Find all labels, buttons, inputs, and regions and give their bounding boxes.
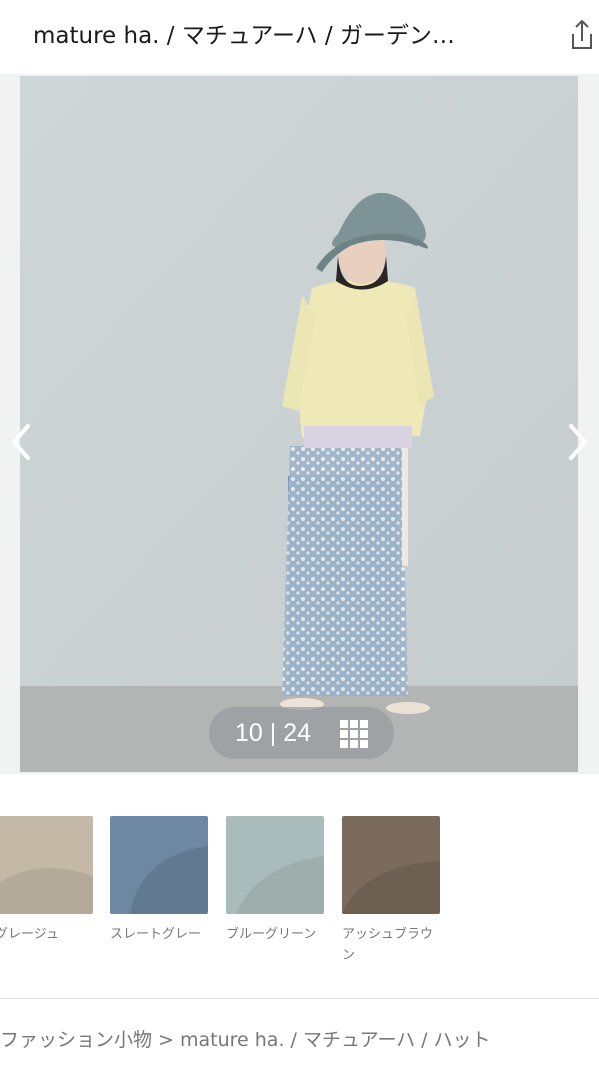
color-swatch-blue-green[interactable]: ブルーグリーン <box>226 816 326 945</box>
product-photo <box>20 76 578 772</box>
color-swatch-ash-brown[interactable]: アッシュブラウン <box>342 816 442 966</box>
image-counter-pill[interactable]: 10 | 24 <box>209 707 394 759</box>
color-swatch-slate-gray[interactable]: スレートグレー <box>110 816 210 945</box>
swatch-label: アッシュブラウン <box>342 927 434 963</box>
image-counter: 10 | 24 <box>235 719 312 747</box>
page-title: mature ha. / マチュアーハ / ガーデン… <box>33 23 455 49</box>
swatch-image <box>342 816 440 914</box>
grid-view-icon[interactable] <box>340 720 368 748</box>
swatch-image <box>0 816 93 914</box>
swatch-image <box>110 816 208 914</box>
breadcrumb[interactable]: ファッション小物 > mature ha. / マチュアーハ / ハット <box>0 1026 599 1054</box>
product-image-gallery[interactable]: 10 | 24 <box>0 74 599 774</box>
swatch-image <box>226 816 324 914</box>
divider <box>0 998 599 999</box>
swatch-label: グレージュ <box>0 927 59 942</box>
page-header: mature ha. / マチュアーハ / ガーデン… <box>0 0 599 74</box>
swatch-label: スレートグレー <box>110 927 202 942</box>
color-swatch-greige[interactable]: グレージュ <box>0 816 95 945</box>
color-swatch-list: グレージュ スレートグレー ブルーグリーン アッシュブラウン <box>0 774 599 1000</box>
previous-image-arrow-icon[interactable] <box>4 414 38 470</box>
swatch-label: ブルーグリーン <box>226 927 317 942</box>
next-image-arrow-icon[interactable] <box>561 414 595 470</box>
share-icon[interactable] <box>568 18 596 52</box>
